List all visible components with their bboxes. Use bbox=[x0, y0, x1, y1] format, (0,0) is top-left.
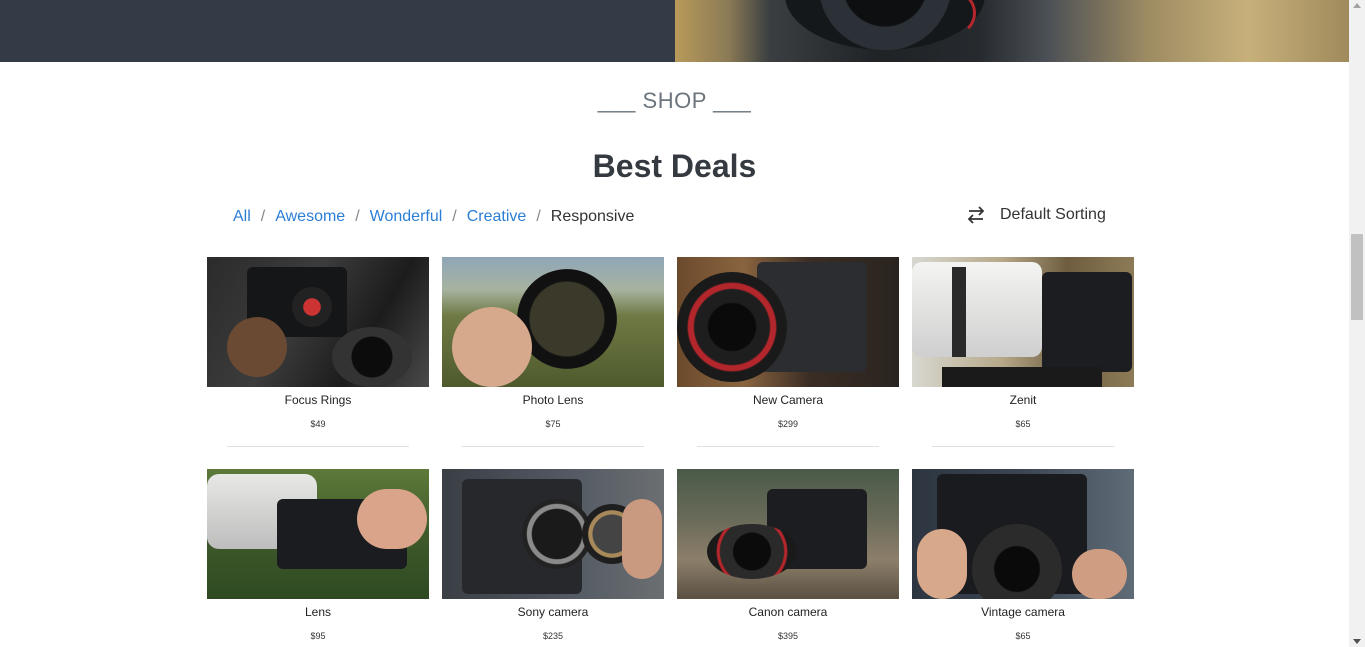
product-price: $299 bbox=[777, 419, 799, 429]
sorting-label: Default Sorting bbox=[1000, 206, 1106, 223]
product-name[interactable]: Photo Lens bbox=[442, 393, 664, 409]
filter-wonderful[interactable]: Wonderful bbox=[370, 208, 443, 226]
product-price: $65 bbox=[1015, 631, 1031, 641]
product-name[interactable]: Zenit bbox=[912, 393, 1134, 409]
hero-banner bbox=[0, 0, 1349, 62]
scrollbar-thumb[interactable] bbox=[1351, 234, 1363, 320]
product-divider bbox=[227, 446, 409, 447]
product-card[interactable]: Canon camera $395 bbox=[677, 469, 899, 641]
product-card[interactable]: Vintage camera $65 bbox=[912, 469, 1134, 641]
product-name[interactable]: New Camera bbox=[677, 393, 899, 409]
product-name[interactable]: Canon camera bbox=[677, 605, 899, 621]
product-price: $235 bbox=[542, 631, 564, 641]
product-price: $395 bbox=[777, 631, 799, 641]
product-price: $65 bbox=[1015, 419, 1031, 429]
product-image-lens[interactable] bbox=[207, 469, 429, 599]
swap-arrows-icon bbox=[967, 206, 985, 224]
product-price: $49 bbox=[310, 419, 326, 429]
product-image-vintage-camera[interactable] bbox=[912, 469, 1134, 599]
filter-awesome[interactable]: Awesome bbox=[275, 208, 345, 226]
sorting-dropdown[interactable]: Default Sorting bbox=[966, 206, 1106, 224]
filter-separator: / bbox=[260, 208, 266, 225]
scroll-down-arrow-icon[interactable] bbox=[1353, 639, 1361, 644]
product-name[interactable]: Focus Rings bbox=[207, 393, 429, 409]
category-filter-breadcrumb: All / Awesome / Wonderful / Creative / R… bbox=[233, 208, 634, 226]
section-eyebrow: ___ SHOP ___ bbox=[597, 88, 752, 113]
product-card[interactable]: Photo Lens $75 bbox=[442, 257, 664, 447]
product-image-focus-rings[interactable] bbox=[207, 257, 429, 387]
hero-photo bbox=[675, 0, 1349, 62]
filter-separator: / bbox=[355, 208, 360, 225]
product-divider bbox=[697, 446, 879, 447]
filter-separator: / bbox=[536, 208, 541, 225]
product-card[interactable]: Zenit $65 bbox=[912, 257, 1134, 447]
filter-all[interactable]: All bbox=[233, 208, 251, 226]
product-divider bbox=[462, 446, 644, 447]
product-divider bbox=[932, 446, 1114, 447]
product-name[interactable]: Lens bbox=[207, 605, 429, 621]
filter-separator: / bbox=[452, 208, 457, 225]
product-image-canon-camera[interactable] bbox=[677, 469, 899, 599]
scroll-up-arrow-icon[interactable] bbox=[1353, 3, 1361, 8]
product-name[interactable]: Sony camera bbox=[442, 605, 664, 621]
product-card[interactable]: Focus Rings $49 bbox=[207, 257, 429, 447]
filter-responsive[interactable]: Responsive bbox=[551, 208, 635, 226]
product-name[interactable]: Vintage camera bbox=[912, 605, 1134, 621]
hero-dark-panel bbox=[0, 0, 675, 62]
product-image-new-camera[interactable] bbox=[677, 257, 899, 387]
page-scrollbar[interactable] bbox=[1349, 0, 1365, 647]
product-card[interactable]: Lens $95 bbox=[207, 469, 429, 641]
product-image-sony-camera[interactable] bbox=[442, 469, 664, 599]
product-image-photo-lens[interactable] bbox=[442, 257, 664, 387]
product-price: $75 bbox=[545, 419, 561, 429]
product-image-zenit[interactable] bbox=[912, 257, 1134, 387]
filter-creative[interactable]: Creative bbox=[467, 208, 527, 226]
product-card[interactable]: Sony camera $235 bbox=[442, 469, 664, 641]
product-card[interactable]: New Camera $299 bbox=[677, 257, 899, 447]
section-title: Best Deals bbox=[592, 148, 757, 184]
product-price: $95 bbox=[310, 631, 326, 641]
